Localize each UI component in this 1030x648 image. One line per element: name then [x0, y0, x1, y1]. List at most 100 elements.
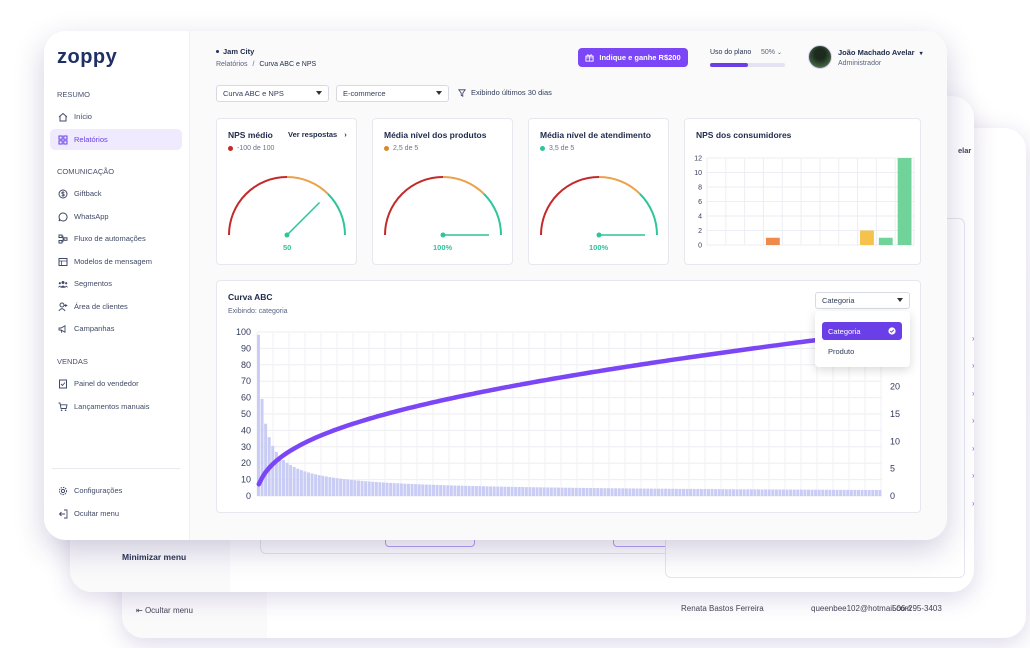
- abc-category-select[interactable]: Categoria: [815, 292, 910, 309]
- abc-bar: [410, 483, 414, 496]
- abc-bar: [582, 487, 585, 496]
- chevron-right-icon: ›: [344, 130, 347, 139]
- abc-bar: [707, 489, 710, 496]
- abc-bar: [396, 483, 400, 496]
- background-chevron-icon: ›: [972, 334, 974, 343]
- abc-bar: [864, 489, 868, 496]
- abc-bar: [482, 486, 485, 496]
- abc-bar: [621, 488, 625, 496]
- sidebar-item-whatsapp[interactable]: WhatsApp: [50, 206, 182, 227]
- abc-bar: [542, 487, 546, 496]
- abc-left-tick-label: 80: [241, 360, 251, 370]
- abc-bar: [307, 472, 310, 496]
- gauge-arc-segment: [598, 176, 641, 195]
- template-icon: [58, 257, 68, 266]
- refer-button-label: Indique e ganhe R$200: [599, 53, 681, 62]
- abc-bar: [389, 482, 393, 496]
- abc-bar: [846, 489, 850, 496]
- abc-bar: [478, 486, 482, 496]
- abc-bar: [721, 489, 725, 496]
- nps-y-tick-label: 0: [698, 243, 702, 250]
- abc-bar: [642, 488, 646, 496]
- plan-usage-label: Uso do plano: [710, 49, 752, 56]
- dropdown-option-categoria[interactable]: Categoria: [822, 322, 902, 340]
- sidebar-item-inicio[interactable]: Início: [50, 106, 182, 127]
- gauge-arc-segment: [228, 176, 288, 236]
- abc-bar: [485, 486, 489, 496]
- dropdown-option-produto[interactable]: Produto: [822, 342, 902, 360]
- sidebar-item-configuracoes[interactable]: Configurações: [50, 480, 182, 501]
- sidebar-item-segmentos[interactable]: Segmentos: [50, 273, 182, 294]
- user-name[interactable]: João Machado Avelar ▾: [838, 48, 923, 57]
- abc-bar: [760, 489, 764, 496]
- caret-down-icon: [436, 91, 442, 95]
- abc-bar: [832, 489, 835, 496]
- avatar[interactable]: [808, 45, 832, 69]
- sidebar-item-ocultar-menu[interactable]: Ocultar menu: [50, 503, 182, 524]
- abc-bar: [496, 486, 500, 496]
- abc-bar: [510, 486, 514, 496]
- breadcrumb-root[interactable]: Relatórios: [216, 61, 248, 68]
- abc-left-tick-label: 0: [246, 491, 251, 501]
- abc-bar: [453, 485, 457, 496]
- abc-bar: [403, 483, 407, 496]
- sidebar-item-campanhas[interactable]: Campanhas: [50, 318, 182, 339]
- abc-bar: [439, 485, 443, 496]
- abc-bar: [414, 484, 418, 496]
- sidebar-item-area-clientes[interactable]: Área de clientes: [50, 296, 182, 317]
- abc-bar: [624, 488, 628, 496]
- user-add-icon: [58, 302, 68, 311]
- gauge-arc-segment: [286, 176, 329, 195]
- abc-bar: [321, 475, 325, 496]
- abc-bar: [357, 480, 360, 496]
- sidebar-item-fluxo[interactable]: Fluxo de automações: [50, 228, 182, 249]
- sidebar-section-resumo: RESUMO: [57, 90, 90, 99]
- kpi-card-service: Média nível de atendimento 3,5 de 5 100%: [528, 118, 669, 265]
- report-select[interactable]: Curva ABC e NPS: [216, 85, 329, 102]
- sidebar-item-lancamentos[interactable]: Lançamentos manuais: [50, 396, 182, 417]
- nps-bar: [878, 237, 893, 245]
- option-label: Produto: [828, 346, 855, 356]
- sidebar-item-label: Relatórios: [74, 135, 108, 144]
- see-answers-link[interactable]: Ver respostas ›: [288, 130, 347, 139]
- home-icon: [58, 112, 68, 121]
- abc-bar: [610, 488, 614, 496]
- kpi-title: Média nível dos produtos: [384, 130, 487, 140]
- abc-bar: [503, 486, 507, 496]
- sidebar-item-label: Lançamentos manuais: [74, 402, 150, 411]
- abc-bar: [842, 489, 846, 496]
- abc-bar: [264, 423, 268, 496]
- abc-bar: [678, 488, 682, 496]
- period-label: Exibindo últimos 30 dias: [471, 88, 552, 97]
- abc-bar: [732, 489, 735, 496]
- sidebar-item-painel-vendedor[interactable]: Painel do vendedor: [50, 373, 182, 394]
- abc-bar: [685, 488, 689, 496]
- abc-bar: [667, 488, 671, 496]
- flow-icon: [58, 234, 68, 243]
- abc-bar: [699, 489, 703, 496]
- gauge-needle-pivot: [440, 232, 446, 238]
- chat-icon: [58, 211, 68, 221]
- refer-and-earn-button[interactable]: Indique e ganhe R$200: [578, 48, 688, 67]
- period-filter[interactable]: Exibindo últimos 30 dias: [458, 88, 552, 97]
- sidebar-item-relatorios[interactable]: Relatórios: [50, 129, 182, 150]
- plan-usage-percent[interactable]: 50% ⌄: [761, 49, 782, 56]
- sidebar-item-label: Giftback: [74, 189, 102, 198]
- zoppy-logo[interactable]: zoppy: [57, 46, 117, 69]
- sidebar-item-modelos[interactable]: Modelos de mensagem: [50, 251, 182, 272]
- filter-icon: [458, 88, 466, 97]
- sidebar-item-giftback[interactable]: Giftback: [50, 183, 182, 204]
- abc-bar: [489, 486, 493, 496]
- abc-left-tick-label: 60: [241, 393, 251, 403]
- channel-select[interactable]: E-commerce: [336, 85, 449, 102]
- abc-bar: [635, 488, 639, 496]
- reports-icon: [58, 135, 68, 145]
- kpi-card-nps: NPS médio Ver respostas › -100 de 100 50: [216, 118, 357, 265]
- abc-curve-card: Curva ABC Exibindo: categoria 0 10 20 30 40 5…: [216, 280, 921, 513]
- abc-bar: [546, 487, 550, 496]
- sidebar: zoppy RESUMO Início Relatórios COMUNICAÇ…: [44, 31, 190, 540]
- caret-down-icon: [316, 91, 322, 95]
- abc-bar: [435, 484, 439, 496]
- abc-bar: [364, 481, 368, 496]
- caret-down-icon: [897, 298, 903, 302]
